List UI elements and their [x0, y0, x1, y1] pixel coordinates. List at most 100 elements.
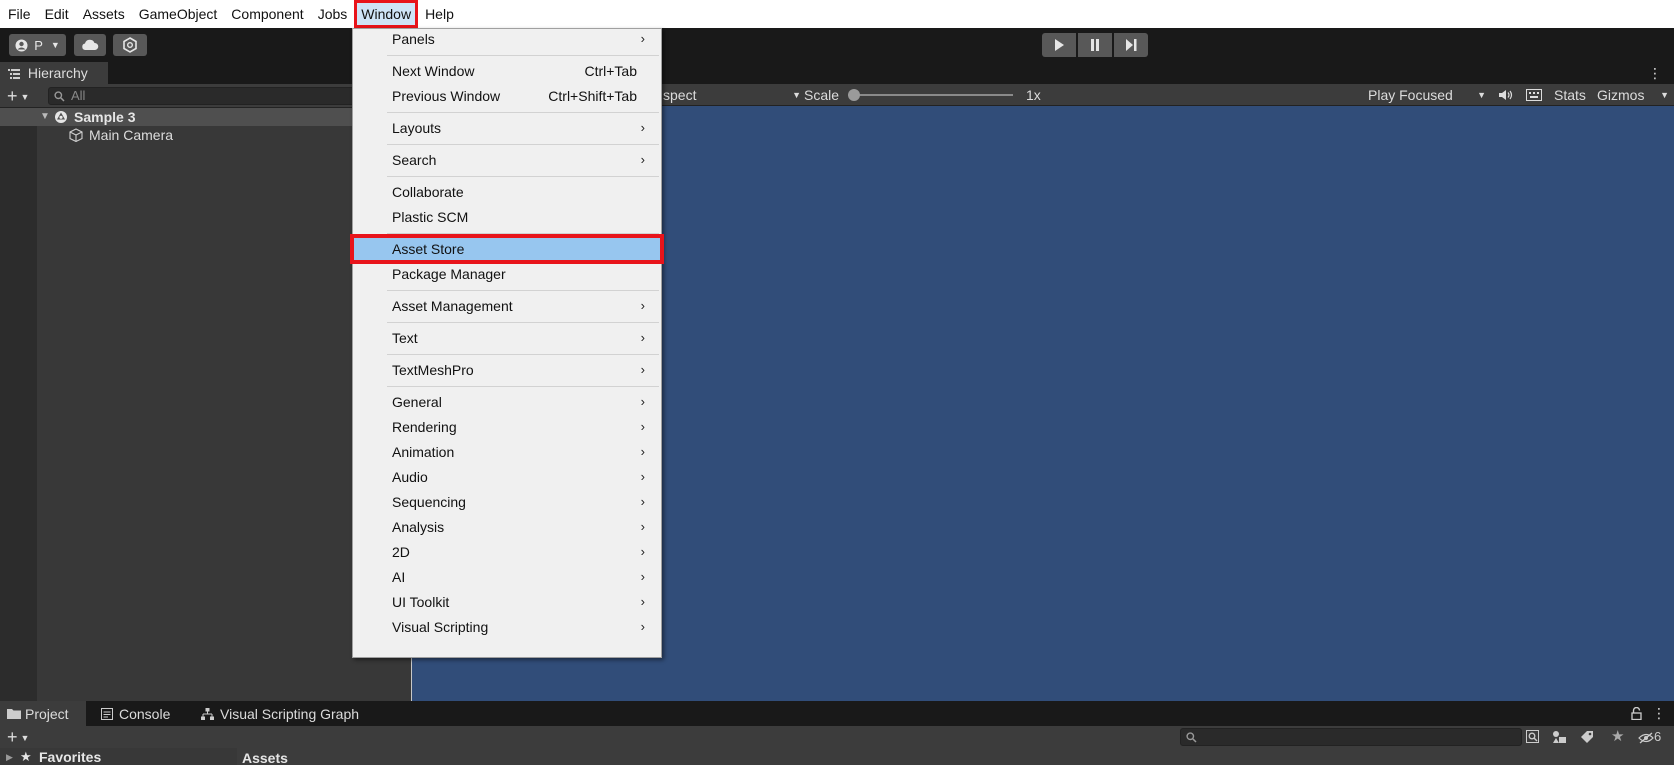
lock-icon[interactable] — [1631, 707, 1642, 720]
tab-hierarchy[interactable]: Hierarchy — [0, 62, 108, 84]
chevron-right-icon: › — [640, 569, 645, 584]
project-search-input[interactable] — [1180, 728, 1522, 746]
menu-item-label: Asset Store — [392, 241, 465, 257]
scale-label: Scale — [804, 87, 840, 103]
menu-window[interactable]: Window — [354, 0, 419, 28]
account-button[interactable]: P ▼ — [9, 34, 66, 56]
menu-separator — [387, 354, 659, 355]
collab-button[interactable] — [113, 34, 147, 56]
menu-item-package-manager[interactable]: Package Manager — [353, 262, 661, 286]
search-by-type-icon[interactable] — [1526, 730, 1541, 744]
plastic-scm-icon — [122, 37, 138, 53]
menu-item-label: Asset Management — [392, 298, 513, 314]
step-button[interactable] — [1114, 33, 1148, 57]
menu-gameobject[interactable]: GameObject — [132, 0, 225, 28]
menu-item-text[interactable]: Text › — [353, 326, 661, 350]
chevron-down-icon: ▼ — [50, 40, 60, 50]
menu-jobs[interactable]: Jobs — [311, 0, 355, 28]
menu-separator — [387, 55, 659, 56]
expand-arrow-icon: ▼ — [40, 111, 50, 122]
menu-separator — [387, 386, 659, 387]
filter-by-type-icon[interactable] — [1552, 730, 1567, 744]
chevron-right-icon: › — [640, 469, 645, 484]
more-options-icon[interactable]: ⋮ — [1652, 701, 1666, 726]
favorites-row[interactable]: ▶ ★ Favorites — [0, 748, 236, 765]
play-mode-label: Play Focused — [1368, 87, 1453, 103]
menu-item-textmeshpro[interactable]: TextMeshPro › — [353, 358, 661, 382]
speaker-icon — [1498, 89, 1514, 101]
play-controls — [1042, 33, 1148, 57]
menu-item-2d[interactable]: 2D › — [353, 540, 661, 564]
menu-item-previous-window[interactable]: Previous Window Ctrl+Shift+Tab — [353, 84, 661, 108]
menu-item-layouts[interactable]: Layouts › — [353, 116, 661, 140]
play-button[interactable] — [1042, 33, 1076, 57]
object-name: Main Camera — [89, 127, 174, 143]
menu-item-general[interactable]: General › — [353, 390, 661, 414]
menu-help[interactable]: Help — [418, 0, 461, 28]
menu-item-label: Plastic SCM — [392, 209, 469, 225]
menu-item-ai[interactable]: AI › — [353, 565, 661, 589]
chevron-down-icon: ▼ — [1660, 90, 1669, 100]
tab-vsg-label: Visual Scripting Graph — [220, 706, 360, 722]
pause-button[interactable] — [1078, 33, 1112, 57]
menu-item-asset-management[interactable]: Asset Management › — [353, 294, 661, 318]
menu-item-animation[interactable]: Animation › — [353, 440, 661, 464]
menu-assets[interactable]: Assets — [76, 0, 132, 28]
add-object-button[interactable]: + ▼ — [7, 86, 29, 106]
bottom-tabbar: Project Console Visual Scripting Graph ⋮ — [0, 701, 1674, 726]
menu-item-rendering[interactable]: Rendering › — [353, 415, 661, 439]
tab-project[interactable]: Project — [0, 701, 86, 726]
scale-slider[interactable] — [848, 89, 1020, 101]
menu-item-plastic-scm[interactable]: Plastic SCM — [353, 205, 661, 229]
gizmos-dropdown[interactable]: Gizmos ▼ — [1597, 84, 1673, 106]
hidden-packages-button[interactable]: 6 — [1638, 726, 1661, 748]
menu-separator — [387, 112, 659, 113]
hierarchy-tree: ▼ Sample 3 Main Camera — [0, 108, 411, 701]
scene-row[interactable]: ▼ Sample 3 — [0, 108, 411, 126]
menu-item-label: Animation — [392, 444, 455, 460]
menu-item-ui-toolkit[interactable]: UI Toolkit › — [353, 590, 661, 614]
folder-icon — [7, 708, 21, 719]
menu-item-shortcut: Ctrl+Shift+Tab — [548, 88, 637, 104]
menu-item-label: Text — [392, 330, 418, 346]
more-options-icon[interactable]: ⋮ — [1648, 62, 1662, 84]
menu-item-label: Analysis — [392, 519, 445, 535]
menu-item-label: UI Toolkit — [392, 594, 450, 610]
hierarchy-search-placeholder: All — [71, 88, 86, 103]
menu-item-asset-store[interactable]: Asset Store — [350, 234, 664, 264]
menu-item-visual-scripting[interactable]: Visual Scripting › — [353, 615, 661, 639]
menu-bar: File Edit Assets GameObject Component Jo… — [0, 0, 1674, 28]
project-toolbar: + ▼ ★ 6 — [0, 726, 1674, 748]
tab-visual-scripting-graph[interactable]: Visual Scripting Graph — [201, 701, 371, 726]
menu-item-audio[interactable]: Audio › — [353, 465, 661, 489]
menu-item-shortcut: Ctrl+Tab — [584, 63, 637, 79]
play-mode-dropdown[interactable]: Play Focused ▼ — [1368, 84, 1488, 106]
hierarchy-item-main-camera[interactable]: Main Camera — [0, 126, 411, 144]
menu-separator — [387, 322, 659, 323]
search-icon — [54, 91, 65, 102]
label-tag-icon[interactable] — [1580, 730, 1594, 744]
create-asset-button[interactable]: + ▼ — [7, 726, 29, 748]
menu-item-search[interactable]: Search › — [353, 148, 661, 172]
stats-button[interactable]: Stats — [1554, 84, 1586, 106]
menu-item-next-window[interactable]: Next Window Ctrl+Tab — [353, 59, 661, 83]
menu-item-analysis[interactable]: Analysis › — [353, 515, 661, 539]
chevron-right-icon: › — [640, 519, 645, 534]
chevron-right-icon: › — [640, 594, 645, 609]
menu-file[interactable]: File — [0, 0, 38, 28]
menu-item-sequencing[interactable]: Sequencing › — [353, 490, 661, 514]
menu-item-panels[interactable]: Panels › — [353, 27, 661, 51]
favorite-star-icon[interactable]: ★ — [1611, 726, 1624, 748]
menu-component[interactable]: Component — [224, 0, 310, 28]
menu-item-label: 2D — [392, 544, 410, 560]
shortcuts-button[interactable] — [1526, 84, 1542, 106]
slider-thumb[interactable] — [848, 89, 860, 101]
mute-audio-button[interactable] — [1498, 84, 1514, 106]
project-body: ▶ ★ Favorites Assets — [0, 748, 1674, 765]
menu-item-collaborate[interactable]: Collaborate — [353, 180, 661, 204]
menu-separator — [387, 144, 659, 145]
menu-edit[interactable]: Edit — [38, 0, 76, 28]
cloud-button[interactable] — [74, 34, 106, 56]
menu-item-label: Sequencing — [392, 494, 466, 510]
aspect-dropdown[interactable]: spect ▼ — [663, 84, 803, 106]
